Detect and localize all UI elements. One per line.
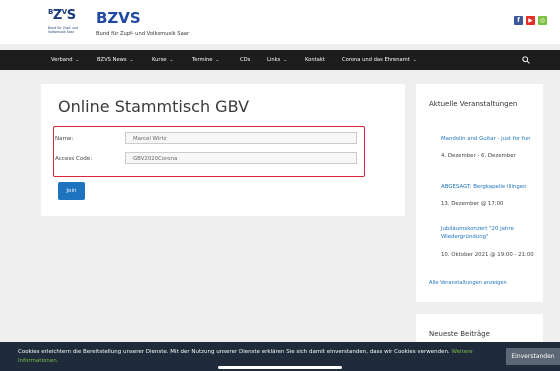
event-date: 10. Oktober 2021 @ 19:00 - 21:00 bbox=[441, 252, 534, 258]
chevron-down-icon: ⌄ bbox=[129, 58, 134, 63]
page-title: Online Stammtisch GBV bbox=[58, 97, 250, 116]
consent-button[interactable]: Einverstanden bbox=[506, 348, 560, 365]
event-link[interactable]: Mandolin and Guitar - just for fun bbox=[441, 135, 536, 143]
site-header: BZVS Bund für Zupf- und Volksmusik Saar … bbox=[0, 0, 560, 44]
nav-item-cds[interactable]: CDs bbox=[240, 50, 250, 70]
event-link[interactable]: Jubiläumskonzert "20 Jahre Wiedergründun… bbox=[441, 225, 536, 242]
nav-label: Kontakt bbox=[305, 57, 325, 63]
name-field[interactable]: Marcel Wirtz bbox=[125, 132, 357, 144]
name-label: Name: bbox=[55, 136, 74, 142]
nav-item-bzvs-news[interactable]: BZVS News ⌄ bbox=[97, 50, 133, 70]
chevron-down-icon: ⌄ bbox=[75, 58, 80, 63]
cookie-message: Cookies erleichtern die Bereitstellung u… bbox=[18, 349, 450, 355]
event-link[interactable]: ABGESAGT: Bergkapelle Illingen bbox=[441, 183, 536, 191]
main-content: Online Stammtisch GBV Name: Marcel Wirtz… bbox=[41, 84, 405, 216]
logo-mark: BZVS bbox=[48, 8, 76, 23]
site-tagline: Bund für Zupf- und Volksmusik Saar bbox=[96, 31, 190, 37]
all-events-link[interactable]: Alle Veranstaltungen anzeigen bbox=[429, 280, 507, 286]
main-navigation: Verband ⌄ BZVS News ⌄ Kurse ⌄ Termine ⌄ CDs … bbox=[0, 50, 560, 70]
logo-subtitle: Bund für Zupf- und Volksmusik Saar bbox=[48, 26, 79, 34]
event-date: 13. Dezember @ 17:00 bbox=[441, 201, 504, 207]
access-code-label: Access Code: bbox=[55, 156, 93, 162]
site-logo[interactable]: BZVS Bund für Zupf- und Volksmusik Saar bbox=[38, 6, 98, 40]
nav-item-links[interactable]: Links ⌄ bbox=[267, 50, 287, 70]
nav-label: Termine bbox=[192, 57, 213, 63]
youtube-icon[interactable]: ▶ bbox=[526, 16, 535, 25]
nav-label: Links bbox=[267, 57, 281, 63]
nav-label: Verband bbox=[51, 57, 73, 63]
chevron-down-icon: ⌄ bbox=[283, 58, 288, 63]
nav-item-termine[interactable]: Termine ⌄ bbox=[192, 50, 219, 70]
recent-posts-heading: Neueste Beiträge bbox=[429, 330, 490, 338]
nav-item-verband[interactable]: Verband ⌄ bbox=[51, 50, 79, 70]
site-title[interactable]: BZVS bbox=[96, 9, 141, 27]
nav-label: BZVS News bbox=[97, 57, 127, 63]
nav-label: Corona und das Ehrenamt bbox=[342, 57, 410, 63]
chevron-down-icon: ⌄ bbox=[215, 58, 220, 63]
join-button[interactable]: Join bbox=[58, 182, 85, 200]
nav-label: CDs bbox=[240, 57, 251, 63]
nav-item-corona[interactable]: Corona und das Ehrenamt ⌄ bbox=[342, 50, 417, 70]
event-date: 4. Dezember - 6. Dezember bbox=[441, 153, 516, 159]
search-icon[interactable] bbox=[522, 56, 530, 64]
access-code-field[interactable]: GBV2020Corona bbox=[125, 152, 357, 164]
nav-item-kontakt[interactable]: Kontakt bbox=[305, 50, 325, 70]
facebook-icon[interactable]: f bbox=[514, 16, 523, 25]
sidebar-events: Aktuelle Veranstaltungen Mandolin and Gu… bbox=[416, 84, 543, 302]
nav-item-kurse[interactable]: Kurse ⌄ bbox=[152, 50, 173, 70]
cookie-text: Cookies erleichtern die Bereitstellung u… bbox=[18, 348, 498, 366]
nav-label: Kurse bbox=[152, 57, 167, 63]
home-indicator bbox=[218, 366, 342, 369]
instagram-icon[interactable]: ◎ bbox=[538, 16, 547, 25]
sidebar-heading: Aktuelle Veranstaltungen bbox=[429, 100, 518, 108]
chevron-down-icon: ⌄ bbox=[412, 58, 417, 63]
chevron-down-icon: ⌄ bbox=[169, 58, 174, 63]
